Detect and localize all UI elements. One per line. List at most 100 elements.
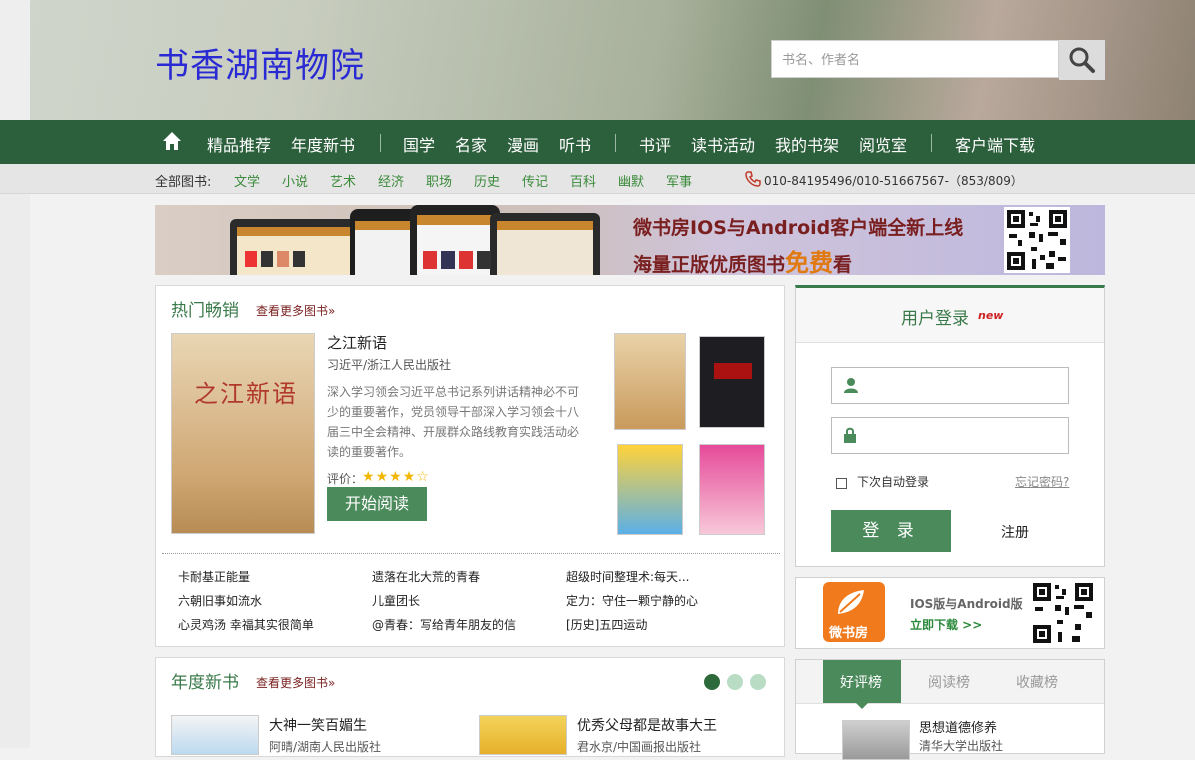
annual-title: 年度新书 <box>171 673 239 693</box>
category-literature[interactable]: 文学 <box>234 171 260 190</box>
annual-book-title[interactable]: 优秀父母都是故事大王 <box>577 715 717 735</box>
side-book-thumbnail[interactable] <box>699 444 765 535</box>
ranked-book-title[interactable]: 思想道德修养 <box>919 717 997 736</box>
banner-subline: 海量正版优质图书免费看 <box>633 243 852 275</box>
annual-book-cover[interactable] <box>171 715 259 755</box>
login-panel: 用户登录 new 下次自动登录 忘记密码? 登 录 注册 <box>795 285 1105 567</box>
nav-item-new-books[interactable]: 年度新书 <box>291 132 355 156</box>
banner-free-highlight: 免费 <box>785 249 834 275</box>
nav-item-reading-events[interactable]: 读书活动 <box>691 132 755 156</box>
carousel-dot[interactable] <box>727 674 743 690</box>
annual-more-link[interactable]: 查看更多图书» <box>256 674 335 691</box>
login-button[interactable]: 登 录 <box>831 510 951 552</box>
login-header: 用户登录 new <box>796 288 1104 343</box>
featured-book-title[interactable]: 之江新语 <box>327 332 387 353</box>
lock-icon <box>844 427 856 443</box>
side-book-thumbnail[interactable] <box>617 444 683 535</box>
annual-book-cover[interactable] <box>479 715 567 755</box>
nav-item-masters[interactable]: 名家 <box>455 132 487 156</box>
header-left-strip <box>0 0 30 120</box>
category-humor[interactable]: 幽默 <box>618 171 644 190</box>
ranking-tab-bar: 好评榜 阅读榜 收藏榜 <box>796 660 1104 709</box>
app-ad-platforms: IOS版与Android版 <box>910 597 1023 611</box>
category-biography[interactable]: 传记 <box>522 171 548 190</box>
nav-item-comics[interactable]: 漫画 <box>507 132 539 156</box>
username-field[interactable] <box>831 367 1069 404</box>
book-link[interactable]: 超级时间整理术:每天... <box>566 568 690 585</box>
nav-divider <box>615 134 616 152</box>
hot-sellers-title: 热门畅销 <box>171 301 239 321</box>
tab-most-read[interactable]: 阅读榜 <box>928 672 970 692</box>
book-link[interactable]: 心灵鸡汤 幸福其实很简单 <box>178 616 314 633</box>
ranked-book-cover[interactable] <box>842 720 910 760</box>
nav-item-client-download[interactable]: 客户端下载 <box>955 132 1035 156</box>
nav-divider <box>931 134 932 152</box>
book-link[interactable]: 儿童团长 <box>372 592 420 609</box>
banner-headline: 微书房IOS与Android客户端全新上线 <box>633 217 964 239</box>
app-ad-download-link[interactable]: 立即下载 >> <box>910 616 982 633</box>
annual-book-title[interactable]: 大神一笑百媚生 <box>269 715 367 735</box>
username-input[interactable] <box>864 375 1063 397</box>
category-economics[interactable]: 经济 <box>378 171 404 190</box>
new-badge: new <box>978 309 1004 322</box>
hot-sellers-panel: 热门畅销 查看更多图书» 之江新语 之江新语 习近平/浙江人民出版社 深入学习领… <box>155 285 785 647</box>
tab-most-favorited[interactable]: 收藏榜 <box>1016 672 1058 692</box>
category-military[interactable]: 军事 <box>666 171 692 190</box>
app-download-ad[interactable]: 微书房 IOS版与Android版 立即下载 >> <box>795 577 1105 649</box>
tab-top-rated[interactable]: 好评榜 <box>840 672 882 692</box>
qr-code-icon <box>1004 207 1070 273</box>
side-book-thumbnail[interactable] <box>699 336 765 428</box>
star-filled-icon: ★ <box>389 469 403 485</box>
nav-item-reading-room[interactable]: 阅览室 <box>859 132 907 156</box>
app-banner[interactable]: 微书房IOS与Android客户端全新上线 海量正版优质图书免费看 <box>155 205 1105 275</box>
nav-item-featured[interactable]: 精品推荐 <box>207 132 271 156</box>
ranked-book-publisher: 清华大学出版社 <box>919 739 1004 753</box>
featured-book-author: 习近平/浙江人民出版社 <box>327 358 452 372</box>
featured-book-cover[interactable]: 之江新语 <box>171 333 315 534</box>
register-link[interactable]: 注册 <box>1001 522 1029 542</box>
book-link[interactable]: 六朝旧事如流水 <box>178 592 262 609</box>
banner-subline-prefix: 海量正版优质图书 <box>633 254 786 275</box>
nav-divider <box>380 134 381 152</box>
forgot-password-link[interactable]: 忘记密码? <box>1015 473 1069 490</box>
nav-item-my-shelf[interactable]: 我的书架 <box>775 132 839 156</box>
category-fiction[interactable]: 小说 <box>282 171 308 190</box>
hot-more-link[interactable]: 查看更多图书» <box>256 302 335 319</box>
nav-item-reviews[interactable]: 书评 <box>639 132 671 156</box>
search-button[interactable] <box>1059 40 1105 80</box>
carousel-dot-active[interactable] <box>704 674 720 690</box>
book-link[interactable]: @青春：写给青年朋友的信 <box>372 616 516 633</box>
password-field[interactable] <box>831 417 1069 454</box>
nav-item-sinology[interactable]: 国学 <box>403 132 435 156</box>
left-gutter <box>0 194 30 748</box>
book-link[interactable]: 定力：守住一颗宁静的心 <box>566 592 698 609</box>
nav-item-audiobooks[interactable]: 听书 <box>559 132 591 156</box>
login-title: 用户登录 <box>901 309 969 329</box>
app-screenshots-graphic <box>230 205 600 275</box>
password-input[interactable] <box>864 425 1063 447</box>
book-link[interactable]: [历史]五四运动 <box>566 616 647 633</box>
side-book-thumbnail[interactable] <box>614 333 686 430</box>
book-link[interactable]: 遗落在北大荒的青春 <box>372 568 480 585</box>
search-input[interactable] <box>780 49 1054 71</box>
qr-code-icon <box>1030 580 1096 646</box>
carousel-dot[interactable] <box>750 674 766 690</box>
book-link[interactable]: 卡耐基正能量 <box>178 568 250 585</box>
user-icon <box>844 378 858 393</box>
category-history[interactable]: 历史 <box>474 171 500 190</box>
star-filled-icon: ★ <box>402 469 417 485</box>
phone-numbers: 010-84195496/010-51667567-（853/809） <box>764 174 1023 188</box>
home-icon[interactable] <box>162 131 182 151</box>
category-art[interactable]: 艺术 <box>330 171 356 190</box>
featured-cover-title: 之江新语 <box>194 380 298 408</box>
app-logo-text: 微书房 <box>829 626 869 641</box>
main-nav: 精品推荐 年度新书 国学 名家 漫画 听书 书评 读书活动 我的书架 阅览室 客… <box>0 120 1195 164</box>
site-title[interactable]: 书香湖南物院 <box>155 38 365 87</box>
category-encyclopedia[interactable]: 百科 <box>570 171 596 190</box>
search-box[interactable] <box>771 40 1059 78</box>
remember-checkbox[interactable] <box>836 478 847 489</box>
site-header: 书香湖南物院 <box>0 0 1195 120</box>
annual-book-author: 阿晴/湖南人民出版社 <box>269 740 382 754</box>
category-career[interactable]: 职场 <box>426 171 452 190</box>
start-reading-button[interactable]: 开始阅读 <box>327 487 427 521</box>
